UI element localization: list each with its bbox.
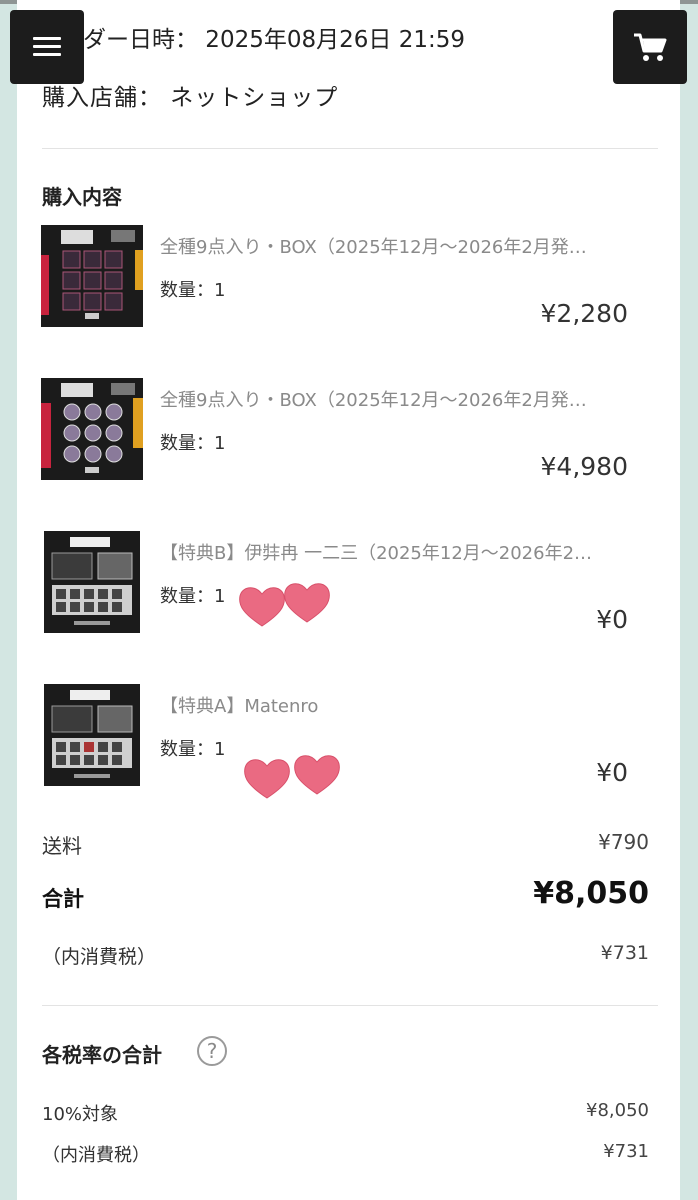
shipping-value: ¥790 <box>598 830 649 854</box>
rate-tax-value: ¥731 <box>603 1141 649 1162</box>
item-price: ¥0 <box>596 605 628 634</box>
tax-value: ¥731 <box>600 942 649 964</box>
help-icon[interactable]: ? <box>197 1036 227 1066</box>
total-value: ¥8,050 <box>533 876 649 911</box>
total-label: 合計 <box>42 887 84 911</box>
divider <box>42 1005 658 1006</box>
cart-icon <box>634 33 667 61</box>
purchase-section-title: 購入内容 <box>42 185 122 209</box>
item-quantity: 数量：1 <box>160 433 226 454</box>
purchase-store: 購入店舗： ネットショップ <box>42 85 339 111</box>
heart-icon <box>294 755 340 795</box>
product-thumbnail[interactable] <box>44 684 140 786</box>
order-datetime: ーダー日時： 2025年08月26日 21:59 <box>60 27 465 53</box>
shipping-label: 送料 <box>42 834 82 858</box>
menu-button[interactable] <box>10 10 84 84</box>
rate-label: 10%対象 <box>42 1104 119 1125</box>
product-thumbnail[interactable] <box>44 531 140 633</box>
tax-label: （内消費税） <box>42 946 157 968</box>
item-name[interactable]: 全種9点入り・BOX（2025年12月～2026年2月発… <box>160 386 630 412</box>
item-name[interactable]: 【特典B】伊弉冉 一二三（2025年12月～2026年2… <box>160 539 630 565</box>
heart-icon <box>244 759 290 799</box>
tax-rate-section-title: 各税率の合計 <box>42 1043 162 1067</box>
item-quantity: 数量：1 <box>160 739 226 760</box>
item-price: ¥2,280 <box>540 299 628 328</box>
item-quantity: 数量：1 <box>160 586 226 607</box>
product-thumbnail[interactable] <box>41 225 143 327</box>
rate-value: ¥8,050 <box>586 1100 649 1121</box>
heart-icon <box>284 583 330 623</box>
item-name[interactable]: 全種9点入り・BOX（2025年12月～2026年2月発… <box>160 233 630 259</box>
cart-button[interactable] <box>613 10 687 84</box>
item-price: ¥0 <box>596 758 628 787</box>
product-thumbnail[interactable] <box>41 378 143 480</box>
item-name[interactable]: 【特典A】Matenro <box>160 692 630 718</box>
item-quantity: 数量：1 <box>160 280 226 301</box>
item-price: ¥4,980 <box>540 452 628 481</box>
hamburger-icon <box>33 37 61 57</box>
divider <box>42 148 658 149</box>
rate-tax-label: （内消費税） <box>42 1145 150 1166</box>
heart-icon <box>239 587 285 627</box>
